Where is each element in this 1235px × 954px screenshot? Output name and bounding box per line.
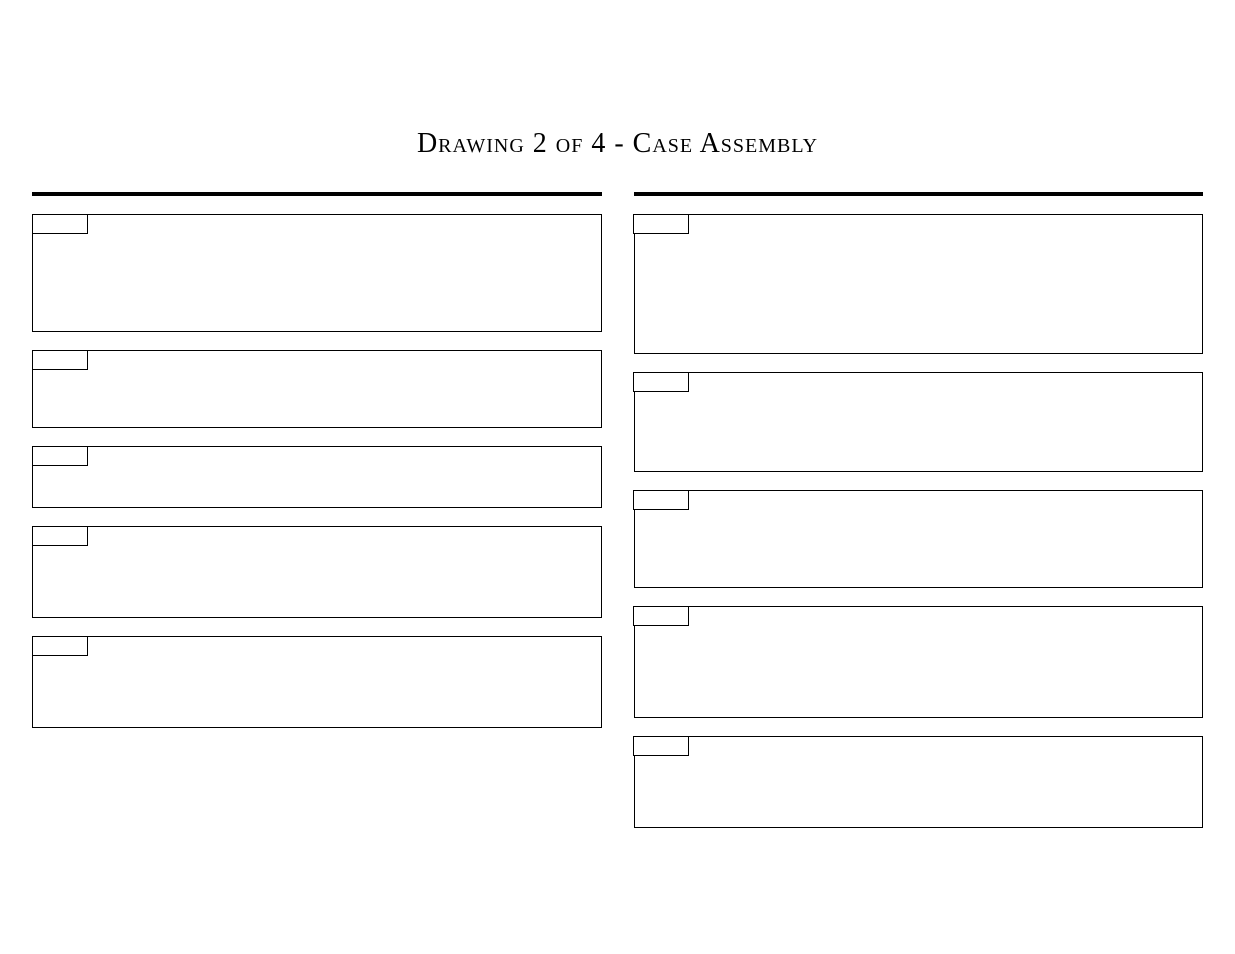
box-tab <box>633 490 689 510</box>
content-box <box>634 606 1204 718</box>
box-tab <box>32 214 88 234</box>
box-tab <box>633 606 689 626</box>
content-box <box>634 490 1204 588</box>
box-tab <box>32 526 88 546</box>
content-box <box>634 372 1204 472</box>
box-tab <box>32 636 88 656</box>
content-box <box>32 636 602 728</box>
columns-container <box>32 192 1203 846</box>
box-tab <box>633 736 689 756</box>
content-box <box>32 526 602 618</box>
box-tab <box>633 372 689 392</box>
column-rule <box>32 192 602 196</box>
box-tab <box>32 350 88 370</box>
right-column <box>634 192 1204 846</box>
box-tab <box>32 446 88 466</box>
page-title: Drawing 2 of 4 - Case Assembly <box>0 128 1235 160</box>
content-box <box>32 350 602 428</box>
content-box <box>634 736 1204 828</box>
content-box <box>634 214 1204 354</box>
left-column <box>32 192 602 846</box>
content-box <box>32 446 602 508</box>
content-box <box>32 214 602 332</box>
box-tab <box>633 214 689 234</box>
column-rule <box>634 192 1204 196</box>
